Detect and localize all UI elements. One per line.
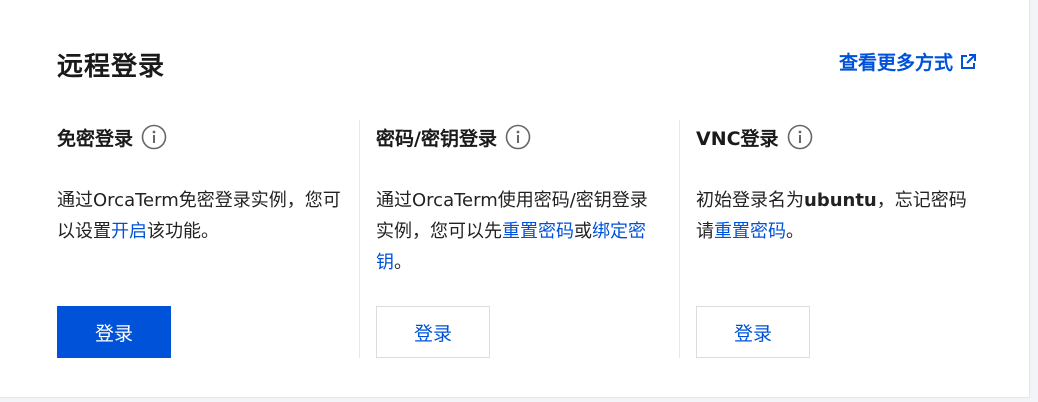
desc-text: 初始登录名为 bbox=[696, 190, 804, 211]
password-login-button[interactable]: 登录 bbox=[376, 306, 490, 358]
column-divider bbox=[359, 120, 360, 358]
reset-password-link[interactable]: 重置密码 bbox=[714, 221, 786, 242]
section-description: 通过OrcaTerm使用密码/密钥登录实例，您可以先重置密码或绑定密钥。 bbox=[376, 185, 661, 278]
section-description: 通过OrcaTerm免密登录实例，您可以设置开启该功能。 bbox=[57, 185, 342, 247]
section-header: 密码/密钥登录 bbox=[376, 122, 666, 152]
info-circle-icon[interactable] bbox=[505, 124, 531, 150]
vnc-login-button[interactable]: 登录 bbox=[696, 306, 810, 358]
info-circle-icon[interactable] bbox=[787, 124, 813, 150]
more-methods-link[interactable]: 查看更多方式 bbox=[839, 48, 977, 75]
info-circle-icon[interactable] bbox=[141, 124, 167, 150]
desc-text: 。 bbox=[394, 252, 412, 273]
panel-title: 远程登录 bbox=[57, 52, 166, 82]
column-divider bbox=[679, 120, 680, 358]
section-header: VNC登录 bbox=[696, 122, 996, 152]
section-description: 初始登录名为ubuntu，忘记密码请重置密码。 bbox=[696, 185, 981, 247]
section-header: 免密登录 bbox=[57, 122, 347, 152]
vnc-login-section: VNC登录 初始登录名为ubuntu，忘记密码请重置密码。 登录 bbox=[696, 122, 996, 358]
reset-password-link[interactable]: 重置密码 bbox=[502, 221, 574, 242]
passwordless-login-button[interactable]: 登录 bbox=[57, 306, 171, 358]
desc-text: 或 bbox=[574, 221, 592, 242]
external-link-icon bbox=[961, 53, 976, 69]
enable-link[interactable]: 开启 bbox=[111, 221, 147, 242]
section-title: 密码/密钥登录 bbox=[376, 127, 497, 150]
desc-text: 。 bbox=[786, 221, 804, 242]
section-title: 免密登录 bbox=[57, 127, 134, 150]
remote-login-panel: 远程登录 查看更多方式 免密登录 通过OrcaTerm免密登录实例，您可以设置开… bbox=[0, 0, 1030, 398]
desc-text: 该功能。 bbox=[147, 221, 219, 242]
password-key-login-section: 密码/密钥登录 通过OrcaTerm使用密码/密钥登录实例，您可以先重置密码或绑… bbox=[376, 122, 666, 358]
more-methods-label: 查看更多方式 bbox=[838, 52, 953, 74]
passwordless-login-section: 免密登录 通过OrcaTerm免密登录实例，您可以设置开启该功能。 登录 bbox=[57, 122, 347, 358]
section-title: VNC登录 bbox=[696, 127, 779, 150]
login-username: ubuntu bbox=[804, 190, 877, 211]
